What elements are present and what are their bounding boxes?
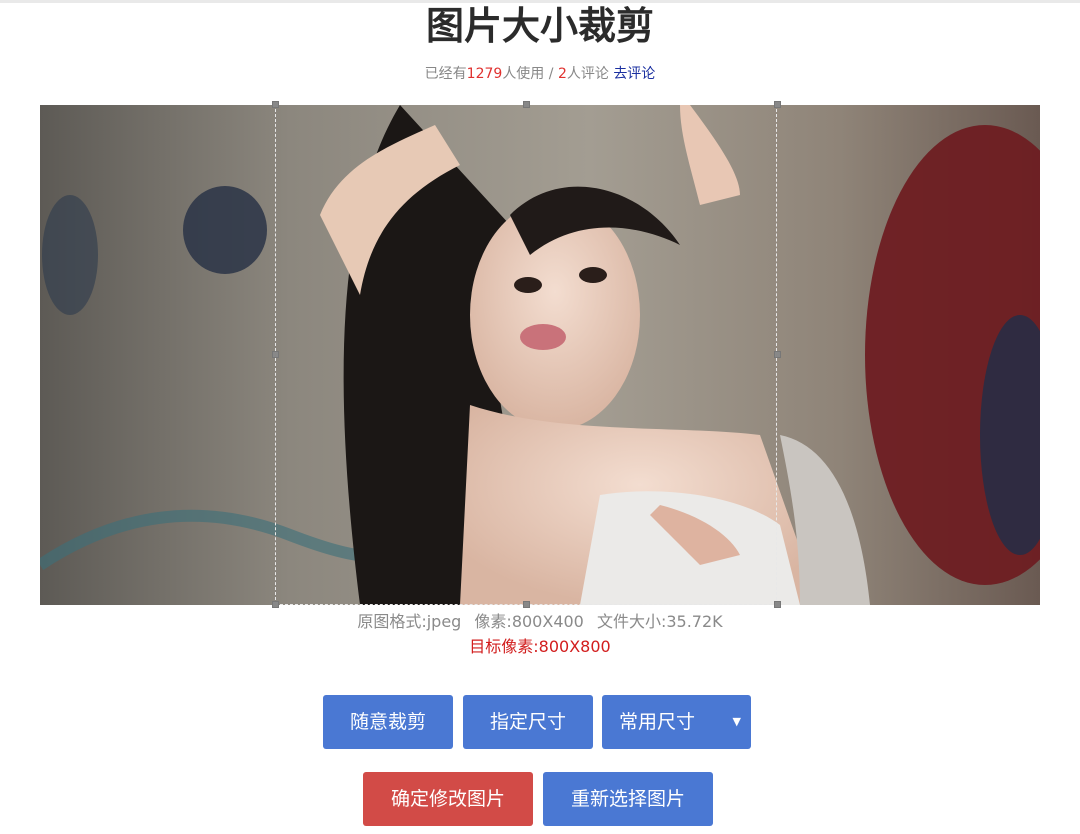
comment-count: 2: [557, 66, 567, 82]
top-border: [0, 0, 1080, 3]
image-preview[interactable]: [40, 105, 1040, 605]
crop-handle-bottom-left[interactable]: [272, 601, 279, 608]
crop-handle-top-right[interactable]: [774, 101, 781, 108]
confirm-edit-button[interactable]: 确定修改图片: [363, 772, 533, 826]
free-crop-label: 随意裁剪: [349, 711, 426, 733]
page-title: 图片大小裁剪: [425, 4, 654, 48]
reselect-image-button[interactable]: 重新选择图片: [543, 772, 713, 826]
user-count: 1279: [466, 66, 503, 82]
crop-handle-top-center[interactable]: [523, 101, 530, 108]
image-info: 原图格式:jpeg 像素:800X400 文件大小:35.72K: [0, 612, 1080, 632]
chevron-down-icon: ▼: [732, 715, 741, 728]
file-size: 文件大小:35.72K: [596, 612, 723, 631]
common-size-select[interactable]: 常用尺寸 ▼: [602, 695, 751, 749]
original-format: 原图格式:jpeg: [357, 612, 462, 631]
fixed-size-label: 指定尺寸: [489, 711, 566, 733]
comments-suffix: 人评论: [566, 66, 609, 82]
crop-handle-bottom-right[interactable]: [774, 601, 781, 608]
crop-handle-middle-left[interactable]: [272, 351, 279, 358]
users-suffix: 人使用 /: [502, 66, 554, 82]
crop-handle-top-left[interactable]: [272, 101, 279, 108]
fixed-size-button[interactable]: 指定尺寸: [463, 695, 593, 749]
comment-link[interactable]: 去评论: [613, 66, 655, 82]
free-crop-button[interactable]: 随意裁剪: [323, 695, 453, 749]
stats-prefix: 已经有: [424, 66, 467, 82]
crop-selection[interactable]: [275, 105, 777, 605]
crop-handle-middle-right[interactable]: [774, 351, 781, 358]
confirm-edit-label: 确定修改图片: [390, 788, 505, 810]
common-size-label: 常用尺寸: [619, 711, 696, 733]
target-pixels: 目标像素:800X800: [469, 637, 611, 656]
usage-stats: 已经有1279人使用 / 2人评论 去评论: [0, 64, 1080, 84]
reselect-image-label: 重新选择图片: [570, 788, 685, 810]
original-pixels: 像素:800X400: [474, 612, 584, 631]
crop-handle-bottom-center[interactable]: [523, 601, 530, 608]
